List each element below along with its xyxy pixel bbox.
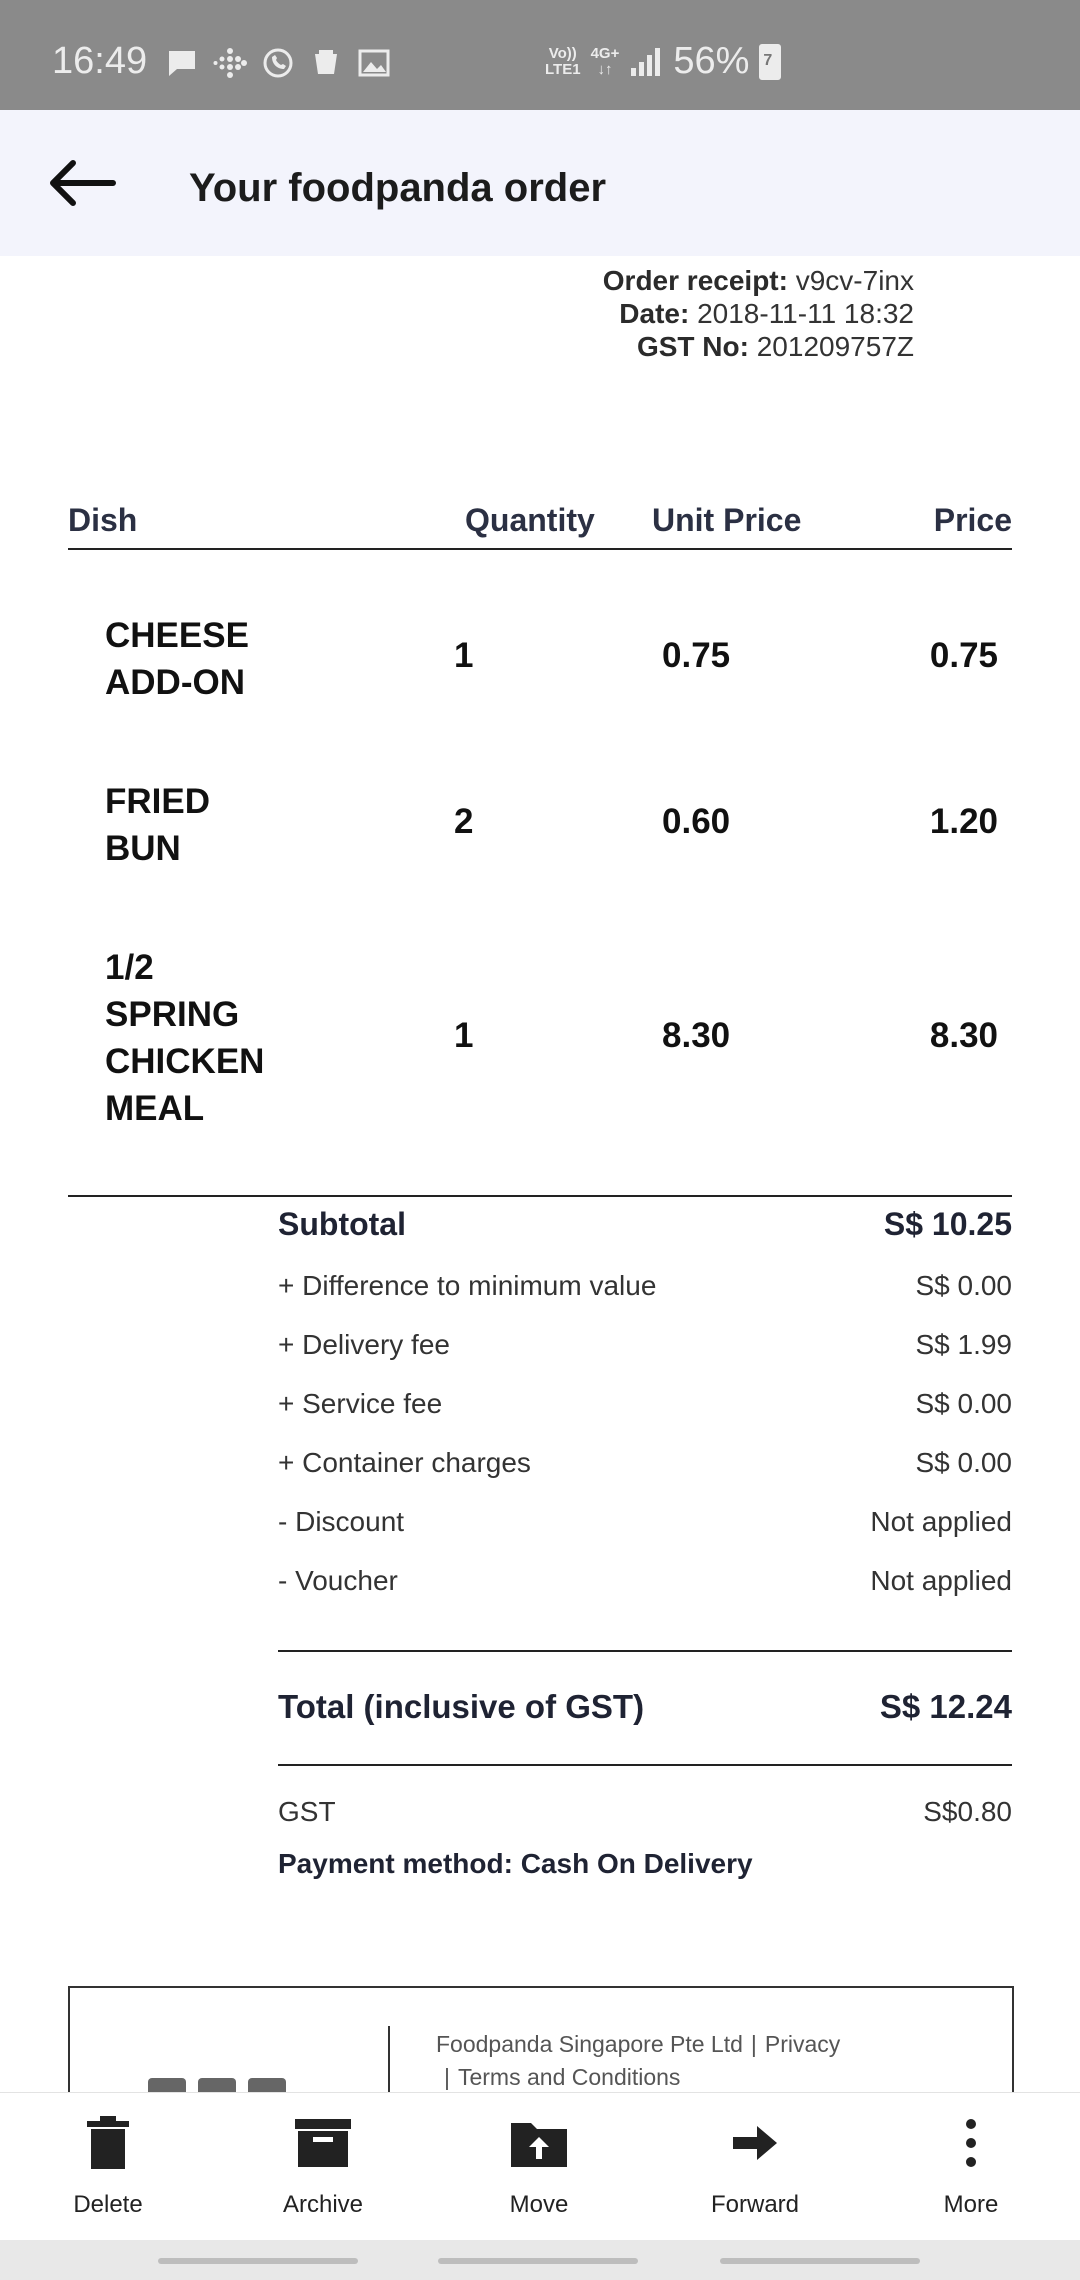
network-type-indicator: 4G+ ↓↑ xyxy=(590,44,620,78)
system-nav-bar xyxy=(0,2240,1080,2280)
volte-indicator: Vo)) LTE1 xyxy=(545,44,581,78)
quantity-cell: 1 xyxy=(454,1016,474,1055)
dish-name: CHEESE ADD-ON xyxy=(105,616,249,702)
trash-icon xyxy=(87,2116,129,2169)
archive-button[interactable]: Archive xyxy=(233,2113,413,2219)
delete-button[interactable]: Delete xyxy=(18,2113,198,2219)
table-row: FRIED BUN 2 0.60 1.20 xyxy=(68,778,1012,874)
table-header: Dish Quantity Unit Price Price xyxy=(68,496,1012,550)
status-time: 16:49 xyxy=(52,40,148,82)
forward-button[interactable]: Forward xyxy=(665,2113,845,2219)
nav-home-gesture[interactable] xyxy=(438,2258,638,2264)
page-title: Your foodpanda order xyxy=(189,166,607,210)
dish-name: FRIED BUN xyxy=(105,782,210,868)
table-row: 1/2 SPRING CHICKEN MEAL 1 8.30 8.30 xyxy=(68,944,1012,1134)
bottom-action-bar: Delete Archive Move Forward More xyxy=(0,2092,1080,2241)
unit-price-cell: 0.60 xyxy=(662,802,731,841)
receipt-meta: Order receipt: v9cv-7inx Date: 2018-11-1… xyxy=(603,264,914,363)
quantity-cell: 1 xyxy=(454,636,474,675)
date-line: Date: 2018-11-11 18:32 xyxy=(619,298,914,329)
footer-links: Foodpanda Singapore Pte Ltd | Privacy | Ter… xyxy=(436,2031,841,2090)
more-button[interactable]: More xyxy=(881,2113,1061,2219)
unit-price-cell: 0.75 xyxy=(662,636,731,675)
app-header: Your foodpanda order xyxy=(0,110,1080,256)
unit-price-cell: 8.30 xyxy=(662,1016,731,1055)
nav-recents-gesture[interactable] xyxy=(158,2258,358,2264)
notification-icons xyxy=(165,46,391,80)
more-vertical-icon xyxy=(966,2119,976,2167)
column-header-dish: Dish xyxy=(68,502,138,538)
total-divider-bottom xyxy=(278,1764,1012,1766)
back-arrow-icon[interactable] xyxy=(45,155,117,211)
archive-icon xyxy=(295,2119,351,2167)
table-row: CHEESE ADD-ON 1 0.75 0.75 xyxy=(68,612,1012,708)
total-divider-top xyxy=(278,1650,1012,1652)
whatsapp-icon xyxy=(263,48,293,78)
move-folder-icon xyxy=(511,2123,567,2167)
quantity-cell: 2 xyxy=(454,802,474,841)
message-icon xyxy=(169,51,195,76)
dish-name: 1/2 SPRING CHICKEN MEAL xyxy=(105,948,265,1128)
forward-arrow-icon xyxy=(733,2126,777,2160)
terms-link[interactable]: Terms and Conditions xyxy=(458,2064,680,2090)
gst-number-line: GST No: 201209757Z xyxy=(636,331,914,362)
app-icon xyxy=(315,50,337,74)
company-name: Foodpanda Singapore Pte Ltd xyxy=(436,2031,743,2057)
column-header-price: Price xyxy=(933,502,1012,538)
column-header-unit-price: Unit Price xyxy=(652,502,802,538)
fitbit-icon xyxy=(213,48,247,78)
move-button[interactable]: Move xyxy=(449,2113,629,2219)
status-right: Vo)) LTE1 4G+ ↓↑ 56% 7 xyxy=(545,40,782,83)
battery-icon: 7 xyxy=(759,43,782,80)
payment-method: Payment method: Cash On Delivery xyxy=(278,1848,753,1879)
price-cell: 0.75 xyxy=(929,636,998,675)
privacy-link[interactable]: Privacy xyxy=(765,2031,840,2057)
table-divider xyxy=(68,1195,1012,1197)
order-receipt-line: Order receipt: v9cv-7inx xyxy=(602,265,914,296)
status-bar: 16:49 Vo)) LTE1 4G+ ↓↑ 56% 7 xyxy=(0,0,1080,110)
column-header-quantity: Quantity xyxy=(465,502,595,538)
battery-percent: 56% xyxy=(673,40,750,82)
gallery-icon xyxy=(358,49,390,77)
price-cell: 1.20 xyxy=(929,802,998,841)
price-cell: 8.30 xyxy=(929,1016,998,1055)
signal-icon xyxy=(631,47,661,76)
nav-back-gesture[interactable] xyxy=(720,2258,920,2264)
